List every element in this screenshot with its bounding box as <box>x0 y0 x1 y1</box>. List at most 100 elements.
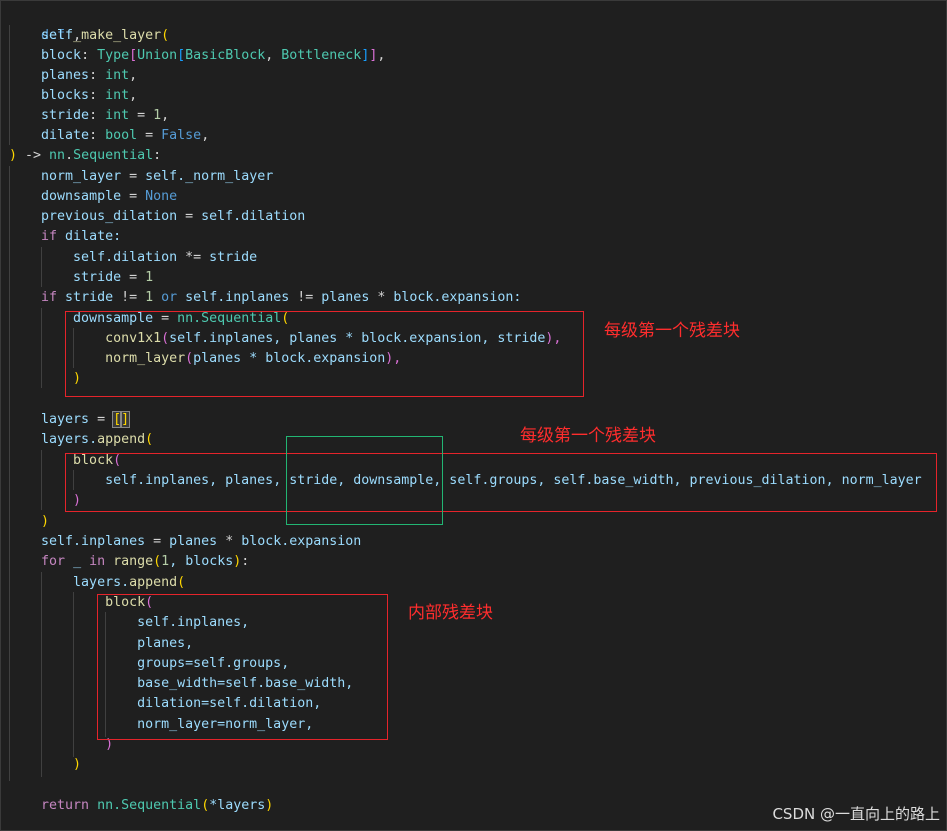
type: bool <box>105 128 138 143</box>
operator: = <box>137 128 162 143</box>
code-line[interactable]: layers.append( <box>9 430 153 450</box>
bracket: ) <box>41 514 50 529</box>
bracket: ( <box>145 432 154 447</box>
module: nn <box>49 148 66 163</box>
bracket: ) <box>73 757 82 772</box>
function-name: _make_layer <box>73 28 162 43</box>
keyword: return <box>41 798 90 813</box>
code-line[interactable]: for _ in range(1, blocks): <box>9 552 249 572</box>
code-line[interactable]: blocks: int, <box>9 86 137 106</box>
code-line[interactable]: layers = [] <box>9 410 131 430</box>
variable: _ <box>65 554 90 569</box>
keyword: in <box>89 554 106 569</box>
punct: , <box>129 88 138 103</box>
operator: * <box>217 534 242 549</box>
argument: *layers <box>209 798 266 813</box>
code-line[interactable]: stride: int = 1, <box>9 106 169 126</box>
operator: *= <box>177 250 210 265</box>
number: 1 <box>153 108 162 123</box>
variable: self.inplanes <box>177 290 298 305</box>
punct: , <box>265 48 282 63</box>
variable: , blocks <box>169 554 234 569</box>
constant: None <box>145 189 178 204</box>
code-line[interactable]: downsample = None <box>9 187 177 207</box>
param: stride <box>41 108 90 123</box>
code-line[interactable]: block: Type[Union[BasicBlock, Bottleneck… <box>9 46 385 66</box>
watermark: CSDN @一直向上的路上 <box>772 805 940 823</box>
function-name: range <box>113 554 154 569</box>
operator: = <box>121 189 146 204</box>
class-name: Sequential <box>73 148 154 163</box>
variable: stride <box>209 250 258 265</box>
variable: self.dilation <box>73 250 178 265</box>
operator: = <box>121 169 146 184</box>
operator: = <box>89 412 114 427</box>
type: Type <box>97 48 130 63</box>
type: int <box>105 68 130 83</box>
module: nn. <box>97 798 122 813</box>
code-line[interactable]: self, <box>9 26 81 46</box>
code-line[interactable]: self.inplanes = planes * block.expansion <box>9 532 361 552</box>
code-line[interactable]: self.dilation *= stride <box>9 248 257 268</box>
variable: self._norm_layer <box>145 169 274 184</box>
param: dilate <box>41 128 90 143</box>
variable: planes <box>313 290 378 305</box>
variable: layers. <box>41 432 98 447</box>
highlight-box-stride-downsample <box>286 436 443 525</box>
condition: dilate: <box>57 229 122 244</box>
bracket: ( <box>161 28 170 43</box>
code-line[interactable]: ) <box>9 755 81 775</box>
param: planes <box>41 68 90 83</box>
variable: stride <box>57 290 122 305</box>
number: 1 <box>161 554 170 569</box>
code-line[interactable]: return nn.Sequential(*layers) <box>9 796 273 816</box>
code-line[interactable]: norm_layer = self._norm_layer <box>9 167 273 187</box>
keyword: if <box>41 229 58 244</box>
bracket: ( <box>177 575 186 590</box>
code-line[interactable]: if stride != 1 or self.inplanes != plane… <box>9 288 521 308</box>
bracket: [ <box>112 411 123 428</box>
constant: False <box>161 128 202 143</box>
keyword: for <box>41 554 66 569</box>
punct: , <box>129 68 138 83</box>
bracket: [ <box>177 48 186 63</box>
variable: downsample <box>41 189 122 204</box>
type: BasicBlock <box>185 48 266 63</box>
code-line[interactable]: def _make_layer( <box>9 6 169 43</box>
punct: . <box>65 148 74 163</box>
keyword: or <box>161 290 178 305</box>
bracket: ) <box>265 798 274 813</box>
operator: -> <box>17 148 50 163</box>
operator: = <box>129 108 154 123</box>
operator: != <box>121 290 138 305</box>
code-line[interactable]: ) <box>9 512 49 532</box>
punct: , <box>377 48 386 63</box>
bracket: ( <box>201 798 210 813</box>
variable: layers. <box>73 575 130 590</box>
code-line[interactable]: planes: int, <box>9 66 137 86</box>
punct: , <box>73 28 82 43</box>
code-line[interactable]: previous_dilation = self.dilation <box>9 207 305 227</box>
code-line[interactable]: layers.append( <box>9 573 185 593</box>
bracket: ) <box>9 148 18 163</box>
code-line[interactable]: ) -> nn.Sequential: <box>9 146 161 166</box>
number: 1 <box>145 270 154 285</box>
variable: block.expansion: <box>385 290 522 305</box>
bracket: ] <box>120 411 131 428</box>
punct: : <box>89 108 106 123</box>
bracket: [ <box>129 48 138 63</box>
annotation-first-residual-block: 每级第一个残差块 <box>520 426 656 446</box>
punct: : <box>89 68 106 83</box>
code-editor[interactable]: def _make_layer( self, block: Type[Union… <box>0 0 947 831</box>
code-line[interactable]: if dilate: <box>9 227 121 247</box>
class-name: Sequential <box>121 798 202 813</box>
code-line[interactable]: stride = 1 <box>9 268 153 288</box>
punct: : <box>241 554 250 569</box>
variable: layers <box>41 412 90 427</box>
code-line[interactable]: dilate: bool = False, <box>9 126 209 146</box>
param: self <box>41 28 74 43</box>
